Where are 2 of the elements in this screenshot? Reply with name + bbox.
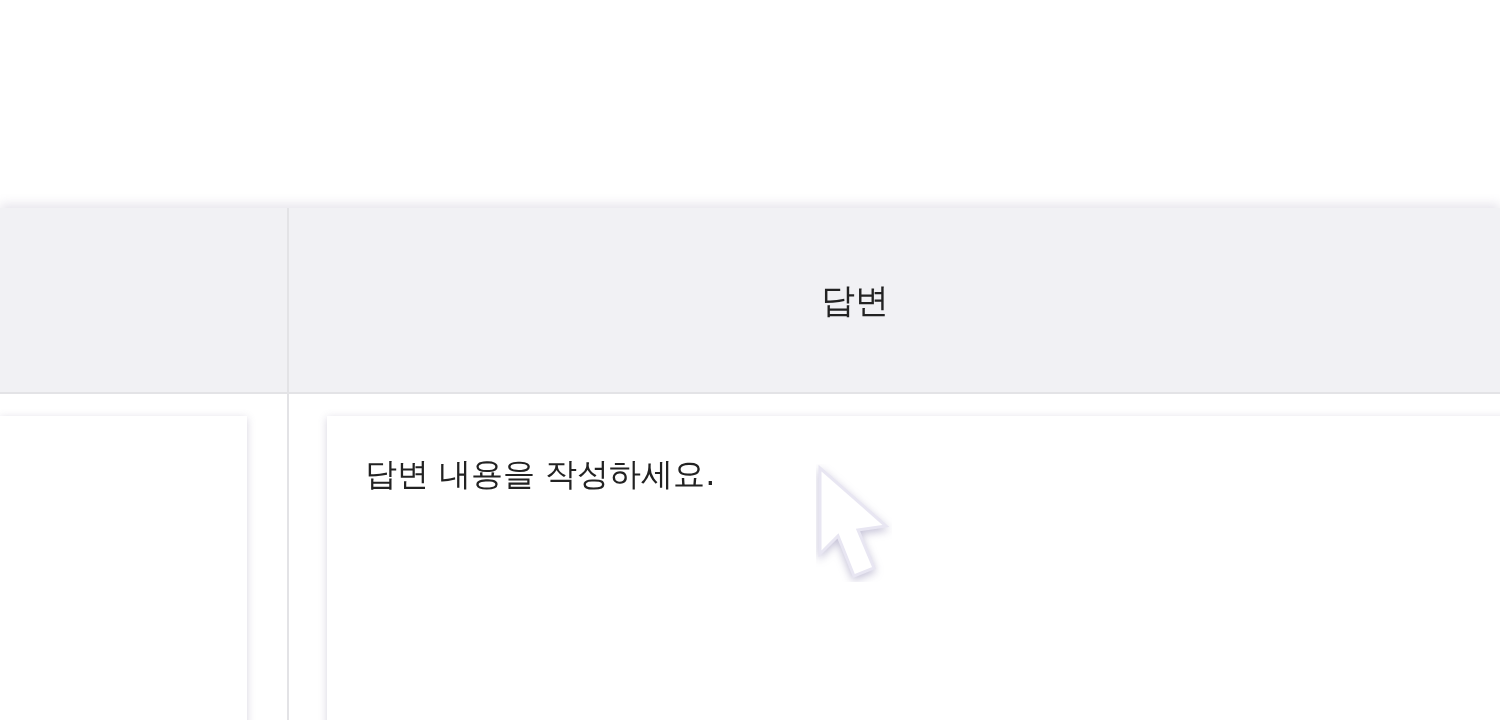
- answer-field[interactable]: 답변 내용을 작성하세요.: [327, 416, 1500, 720]
- column-heading: 답변: [820, 278, 889, 322]
